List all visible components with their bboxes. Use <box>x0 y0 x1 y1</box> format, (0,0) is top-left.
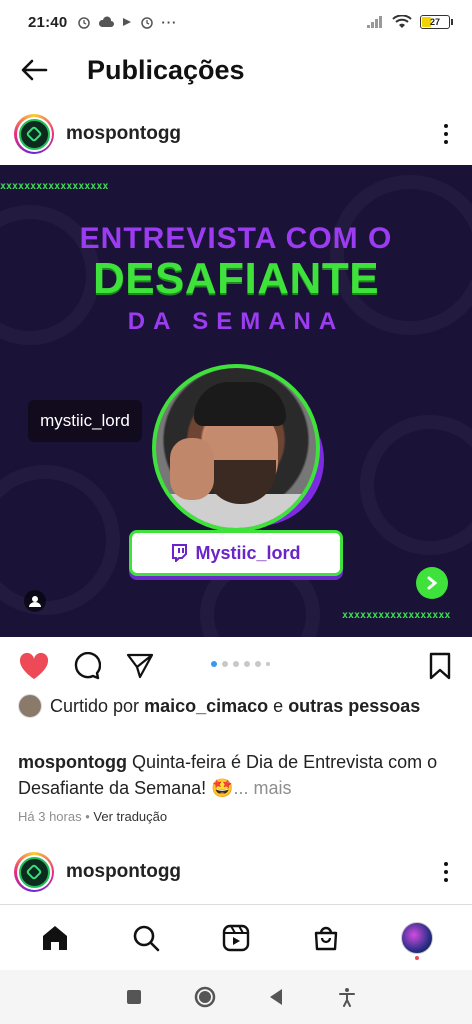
caption-more-link[interactable]: ... mais <box>234 778 292 798</box>
user-tag-label[interactable]: mystiic_lord <box>28 400 142 442</box>
signal-icon <box>367 16 382 28</box>
system-navigation <box>0 970 472 1024</box>
liker-avatar <box>18 694 42 718</box>
post-header: mospontogg <box>0 104 472 164</box>
xmark-row-top: xxxxxxxxxxxxxxxxxx <box>0 181 109 192</box>
more-options-button[interactable] <box>434 119 458 149</box>
nav-shop[interactable] <box>304 916 348 960</box>
twitch-icon <box>172 544 188 562</box>
status-time: 21:40 <box>28 13 68 31</box>
system-back-button[interactable] <box>256 977 296 1017</box>
more-icon: ··· <box>161 14 178 30</box>
carousel-dot <box>211 661 217 667</box>
notification-dot <box>414 955 419 960</box>
back-triangle-icon <box>269 989 282 1005</box>
reels-icon <box>222 924 250 951</box>
next-post-header: mospontogg <box>0 842 472 902</box>
home-circle-icon <box>194 986 215 1008</box>
recent-apps-icon <box>126 990 141 1004</box>
xmark-row-bottom: xxxxxxxxxxxxxxxxxx <box>342 610 451 621</box>
twitch-name-pill: Mystiic_lord <box>129 530 343 576</box>
carousel-dot <box>266 662 270 666</box>
share-button[interactable] <box>124 650 156 682</box>
bookmark-icon <box>429 652 451 680</box>
image-title-line1: ENTREVISTA COM O <box>79 222 393 255</box>
home-icon <box>43 925 68 950</box>
likes-summary[interactable]: Curtido por maico_cimaco e outras pessoa… <box>18 694 458 718</box>
nav-home[interactable] <box>33 916 77 960</box>
send-icon <box>126 653 154 679</box>
wifi-icon <box>392 15 412 28</box>
next-post-username[interactable]: mospontogg <box>66 861 181 883</box>
next-post-more-button[interactable] <box>434 857 458 887</box>
nav-profile[interactable] <box>395 916 439 960</box>
carousel-dot <box>222 661 228 667</box>
arrow-left-icon <box>21 59 48 81</box>
image-title-line3: DA SEMANA <box>127 308 345 335</box>
status-icons-left: ··· <box>77 15 177 30</box>
twitch-name: Mystiic_lord <box>195 542 301 563</box>
carousel-dot <box>255 661 261 667</box>
accessibility-button[interactable] <box>327 977 367 1017</box>
likes-conjunction: e <box>273 696 284 716</box>
bottom-navigation <box>0 904 472 970</box>
carousel-dot <box>233 661 239 667</box>
system-home-button[interactable] <box>185 977 225 1017</box>
battery-level: 27 <box>429 17 440 27</box>
back-button[interactable] <box>0 44 68 96</box>
post-caption: mospontogg Quinta-feira é Dia de Entrevi… <box>18 749 458 801</box>
cloud-icon <box>99 16 115 27</box>
caption-username[interactable]: mospontogg <box>18 752 127 772</box>
likes-others[interactable]: outras pessoas <box>288 696 420 716</box>
post-avatar[interactable] <box>14 114 54 154</box>
post-username[interactable]: mospontogg <box>66 123 181 145</box>
post-time: Há 3 horas <box>18 809 82 824</box>
search-icon <box>133 925 159 951</box>
battery-icon: 27 <box>420 15 453 29</box>
status-bar: 21:40 ··· 27 <box>0 0 472 44</box>
carousel-indicator <box>211 661 270 667</box>
alarm-icon <box>78 17 91 29</box>
save-button[interactable] <box>426 650 454 682</box>
comment-icon <box>74 652 101 680</box>
comment-button[interactable] <box>71 650 103 682</box>
liker-username[interactable]: maico_cimaco <box>144 696 268 716</box>
play-icon <box>123 18 132 26</box>
recent-apps-button[interactable] <box>114 977 154 1017</box>
meta-separator: • <box>85 809 90 824</box>
likes-prefix: Curtido por <box>50 696 140 716</box>
like-button[interactable] <box>18 650 50 682</box>
next-post-avatar[interactable] <box>14 852 54 892</box>
user-tags-button[interactable] <box>24 590 46 612</box>
nav-search[interactable] <box>124 916 168 960</box>
page-title: Publicações <box>87 54 245 85</box>
app-header: Publicações <box>0 44 472 96</box>
shop-icon <box>315 926 338 950</box>
post-meta: Há 3 horas • Ver tradução <box>18 809 167 824</box>
nav-reels[interactable] <box>214 916 258 960</box>
person-icon <box>29 596 41 607</box>
profile-avatar <box>400 921 433 954</box>
heart-icon <box>19 652 49 679</box>
guest-photo <box>152 364 320 532</box>
accessibility-icon <box>338 988 355 1007</box>
chevron-right-icon <box>427 576 438 590</box>
alarm-icon <box>141 17 154 29</box>
image-title-line2: DESAFIANTE <box>92 254 380 303</box>
carousel-dot <box>244 661 250 667</box>
status-icons-right: 27 <box>366 15 453 29</box>
next-image-button[interactable] <box>416 567 448 599</box>
see-translation-link[interactable]: Ver tradução <box>93 809 167 824</box>
